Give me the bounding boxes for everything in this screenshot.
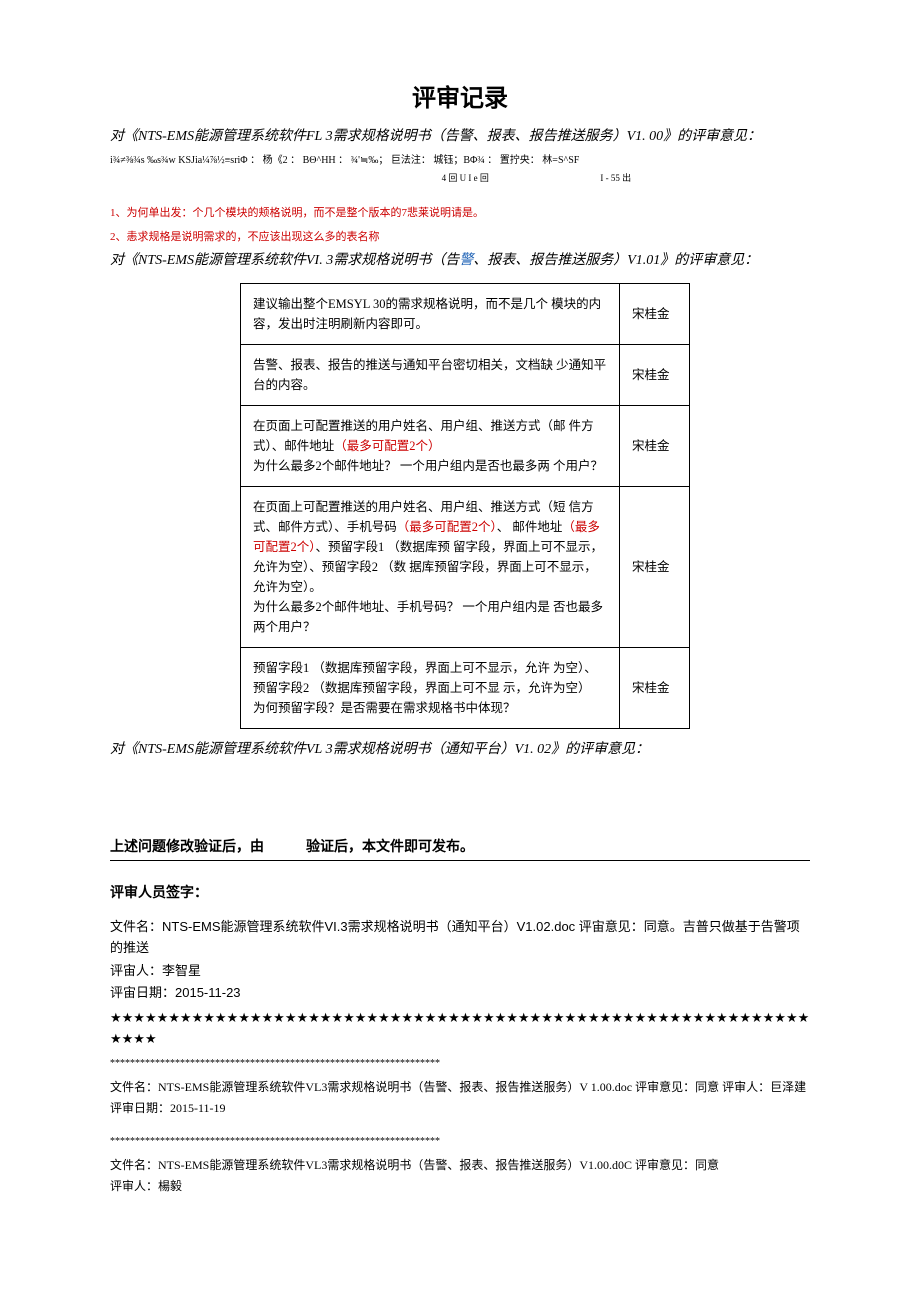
garbled-line-1: i¾≠⅜¾s ‰s¾w KSJia­¼⅞½≡sriΦ ： 杨《2 ： BΘ^HH… (110, 153, 810, 169)
signature-label: 评审人员签字： (110, 881, 810, 903)
file-line: 文件名：NTS-EMS能源管理系统软件VL3需求规格说明书（告警、报表、报告推送… (110, 1156, 810, 1175)
file-line: 文件名：NTS-EMS能源管理系统软件VI.3需求规格说明书（通知平台）V1.0… (110, 917, 810, 959)
note-1: 1、为何单出发：个几个模块的颊格说明，而不是整个版本的7悲莱说明请是。 (110, 205, 810, 223)
reviewer-name: 宋桂金 (620, 283, 690, 344)
file-line: 文件名：NTS-EMS能源管理系统软件VL3需求规格说明书（告警、报表、报告推送… (110, 1078, 810, 1097)
conclusion-line: 上述问题修改验证后，由 验证后，本文件即可发布。 (110, 835, 810, 860)
table-row: 告警、报表、报告的推送与通知平台密切相关，文档缺 少通知平台的内容。 宋桂金 (241, 344, 690, 405)
section2-heading: 对《NTS-EMS能源管理系统软件VI. 3需求规格说明书（告警、报表、报告推送… (110, 250, 810, 272)
review-table: 建议输出整个EMSYL 30的需求规格说明，而不是几个 模块的内容，发出时注明刷… (240, 283, 690, 729)
asterisk-divider: ****************************************… (110, 1056, 810, 1072)
review-text: 预留字段1 （数据库预留字段，界面上可不显示，允许 为空）、预留字段2 （数据库… (241, 647, 620, 728)
date-line: 评审日期：2015-11-19 (110, 1099, 810, 1118)
note-2: 2、恚求规格是说明需求的，不应该出现这么多的表名称 (110, 229, 810, 247)
section1-heading: 对《NTS-EMS能源管理系统软件FL 3需求规格说明书（告警、报表、报告推送服… (110, 126, 810, 148)
garbled-line-2: 4 回 U I e 回 I - 55 出 (110, 171, 810, 185)
reviewer-name: 宋桂金 (620, 344, 690, 405)
asterisk-divider: ****************************************… (110, 1134, 810, 1150)
reviewer-line: 评审人：楊毅 (110, 1177, 810, 1196)
review-text: 建议输出整个EMSYL 30的需求规格说明，而不是几个 模块的内容，发出时注明刷… (241, 283, 620, 344)
table-row: 在页面上可配置推送的用户姓名、用户组、推送方式（短 信方式、邮件方式）、手机号码… (241, 486, 690, 647)
review-text: 在页面上可配置推送的用户姓名、用户组、推送方式（短 信方式、邮件方式）、手机号码… (241, 486, 620, 647)
table-row: 预留字段1 （数据库预留字段，界面上可不显示，允许 为空）、预留字段2 （数据库… (241, 647, 690, 728)
review-block-2: 文件名：NTS-EMS能源管理系统软件VL3需求规格说明书（告警、报表、报告推送… (110, 1078, 810, 1150)
table-row: 建议输出整个EMSYL 30的需求规格说明，而不是几个 模块的内容，发出时注明刷… (241, 283, 690, 344)
review-text: 在页面上可配置推送的用户姓名、用户组、推送方式（邮 件方式）、邮件地址（最多可配… (241, 405, 620, 486)
review-text: 告警、报表、报告的推送与通知平台密切相关，文档缺 少通知平台的内容。 (241, 344, 620, 405)
page-title: 评审记录 (110, 80, 810, 118)
section3-heading: 对《NTS-EMS能源管理系统软件VL 3需求规格说明书（通知平台）V1. 02… (110, 739, 810, 761)
reviewer-line: 评宙人：李智星 (110, 961, 810, 982)
star-divider: ★★★★★★★★★★★★★★★★★★★★★★★★★★★★★★★★★★★★★★★★… (110, 1008, 810, 1050)
review-block-1: 文件名：NTS-EMS能源管理系统软件VI.3需求规格说明书（通知平台）V1.0… (110, 917, 810, 1072)
reviewer-name: 宋桂金 (620, 647, 690, 728)
table-row: 在页面上可配置推送的用户姓名、用户组、推送方式（邮 件方式）、邮件地址（最多可配… (241, 405, 690, 486)
review-block-3: 文件名：NTS-EMS能源管理系统软件VL3需求规格说明书（告警、报表、报告推送… (110, 1156, 810, 1196)
reviewer-name: 宋桂金 (620, 486, 690, 647)
date-line: 评宙日期：2015-11-23 (110, 983, 810, 1004)
reviewer-name: 宋桂金 (620, 405, 690, 486)
